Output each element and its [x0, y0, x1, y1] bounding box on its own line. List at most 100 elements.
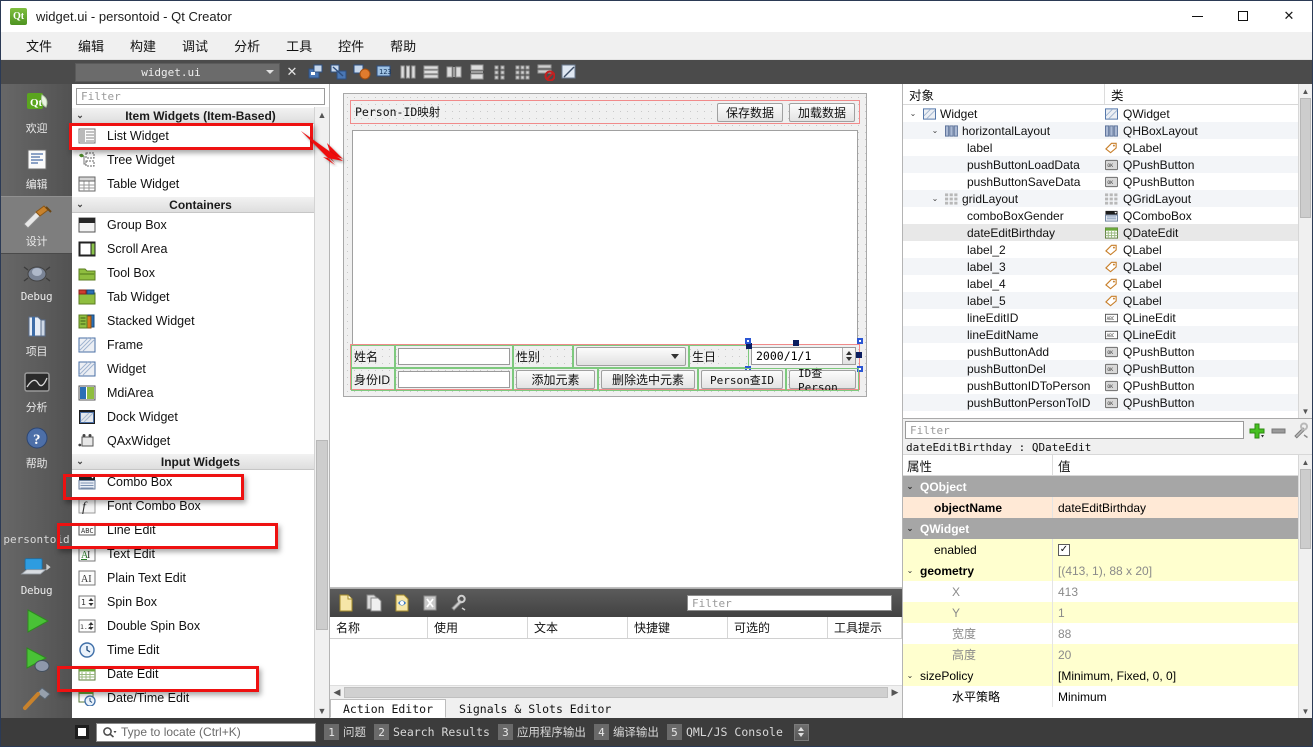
property-row[interactable]: 宽度 88 [903, 623, 1312, 644]
property-value-cell[interactable] [1053, 476, 1312, 497]
selection-handle[interactable] [745, 338, 751, 344]
date-spin-buttons[interactable] [842, 348, 855, 364]
kit-selector[interactable]: Debug [1, 548, 72, 601]
object-tree-row[interactable]: pushButtonLoadData OK QPushButton [903, 156, 1312, 173]
property-editor-rows[interactable]: ⌄ QObject objectName dateEditBirthday ⌄ QWidg… [903, 476, 1312, 718]
configure-wrench-icon[interactable] [448, 593, 468, 613]
widget-box-scrollbar[interactable]: ▲ ▼ [314, 107, 329, 718]
object-tree-row[interactable]: label_3 QLabel [903, 258, 1312, 275]
minimize-icon[interactable] [1174, 1, 1220, 31]
mode-help[interactable]: ? 帮助 [1, 419, 72, 475]
menu-tools[interactable]: 工具 [273, 32, 325, 59]
property-row[interactable]: 高度 20 [903, 644, 1312, 665]
object-tree-row[interactable]: label_5 QLabel [903, 292, 1312, 309]
menu-analyze[interactable]: 分析 [221, 32, 273, 59]
edit-tab-order-icon[interactable]: 123 [375, 62, 395, 82]
action-editor-list[interactable] [330, 639, 902, 685]
widget-item-font-combo-box[interactable]: f Font Combo Box [72, 494, 329, 518]
load-data-button[interactable]: 加载数据 [788, 102, 855, 122]
property-value-cell[interactable]: dateEditBirthday [1053, 497, 1312, 518]
widget-item-date-edit[interactable]: Date Edit [72, 662, 329, 686]
object-tree-row[interactable]: ⌄ Widget QWidget [903, 105, 1312, 122]
widget-item-list-widget[interactable]: List Widget [72, 124, 329, 148]
property-row[interactable]: enabled ✓ [903, 539, 1312, 560]
layout-splitter-vertical-icon[interactable] [467, 62, 487, 82]
plus-icon[interactable] [1247, 421, 1266, 440]
scroll-down-icon[interactable]: ▼ [1299, 704, 1312, 718]
layout-grid-icon[interactable] [513, 62, 533, 82]
locator-input[interactable]: Type to locate (Ctrl+K) [96, 722, 316, 742]
menu-file[interactable]: 文件 [13, 32, 65, 59]
delete-action-icon[interactable] [420, 593, 440, 613]
widget-item-combo-box[interactable]: Combo Box [72, 470, 329, 494]
output-pane-updown-button[interactable] [793, 723, 809, 741]
column-object[interactable]: 对象 [903, 84, 1105, 104]
property-row[interactable]: ⌄ QWidget [903, 518, 1312, 539]
menu-debug[interactable]: 调试 [169, 32, 221, 59]
pushButtonPersonToID[interactable]: Person查ID [701, 370, 783, 389]
chevron-down-icon[interactable]: ⌄ [903, 671, 917, 680]
object-tree-row[interactable]: label_2 QLabel [903, 241, 1312, 258]
column-property[interactable]: 属性 [903, 455, 1053, 475]
debug-run-button[interactable] [1, 640, 72, 679]
property-value-cell[interactable]: Minimum [1053, 686, 1312, 707]
column-tooltip[interactable]: 工具提示 [828, 617, 902, 638]
scroll-left-icon[interactable]: ◀ [330, 687, 344, 698]
object-tree-row[interactable]: ⌄ gridLayout QGridLayout [903, 190, 1312, 207]
property-row[interactable]: ⌄ sizePolicy [Minimum, Fixed, 0, 0] [903, 665, 1312, 686]
mode-analyze[interactable]: 分析 [1, 363, 72, 419]
widget-category-input-widgets[interactable]: ⌄ Input Widgets [72, 453, 329, 470]
widget-item-tool-box[interactable]: Tool Box [72, 261, 329, 285]
new-action-icon[interactable] [336, 593, 356, 613]
object-tree-row[interactable]: lineEditID ABC QLineEdit [903, 309, 1312, 326]
output-toggle-icon[interactable] [75, 725, 89, 739]
property-value-cell[interactable]: ✓ [1053, 539, 1312, 560]
property-value-cell[interactable]: 1 [1053, 602, 1312, 623]
widget-item-qaxwidget[interactable]: QAxWidget [72, 429, 329, 453]
property-value-cell[interactable] [1053, 518, 1312, 539]
menu-help[interactable]: 帮助 [377, 32, 429, 59]
widget-item-group-box[interactable]: Group Box [72, 213, 329, 237]
property-row[interactable]: 水平策略 Minimum [903, 686, 1312, 707]
build-button[interactable] [1, 679, 72, 718]
form-design-canvas[interactable]: Person-ID映射 保存数据 加载数据 姓名 性别 生日 2000/1/1 … [330, 84, 902, 588]
chevron-down-icon[interactable]: ⌄ [903, 482, 917, 491]
property-row[interactable]: objectName dateEditBirthday [903, 497, 1312, 518]
property-filter-input[interactable]: Filter [905, 421, 1244, 439]
menu-widgets[interactable]: 控件 [325, 32, 377, 59]
widget-item-mdiarea[interactable]: MdiArea [72, 381, 329, 405]
chevron-down-icon[interactable]: ⌄ [903, 566, 917, 575]
save-data-button[interactable]: 保存数据 [716, 102, 783, 122]
property-value-cell[interactable]: 20 [1053, 644, 1312, 665]
object-tree-row[interactable]: comboBoxGender QComboBox [903, 207, 1312, 224]
chevron-down-icon[interactable]: ⌄ [929, 194, 941, 203]
edit-signals-slots-icon[interactable] [329, 62, 349, 82]
pushButtonAdd[interactable]: 添加元素 [516, 370, 595, 389]
object-tree-row[interactable]: pushButtonDel OK QPushButton [903, 360, 1312, 377]
object-tree-row[interactable]: pushButtonIDToPerson OK QPushButton [903, 377, 1312, 394]
widget-item-time-edit[interactable]: Time Edit [72, 638, 329, 662]
property-value-cell[interactable]: 88 [1053, 623, 1312, 644]
object-tree-row[interactable]: dateEditBirthday QDateEdit [903, 224, 1312, 241]
run-button[interactable] [1, 601, 72, 640]
object-tree-row[interactable]: pushButtonAdd OK QPushButton [903, 343, 1312, 360]
object-tree-row[interactable]: label QLabel [903, 139, 1312, 156]
edit-action-icon[interactable] [392, 593, 412, 613]
property-checkbox[interactable]: ✓ [1058, 543, 1070, 556]
output-pane-application-output[interactable]: 3 应用程序输出 [497, 724, 586, 740]
property-row[interactable]: ⌄ geometry [(413, 1), 88 x 20] [903, 560, 1312, 581]
widget-item-scroll-area[interactable]: Scroll Area [72, 237, 329, 261]
output-pane-qml-js-console[interactable]: 5 QML/JS Console [666, 724, 783, 740]
output-pane-issues[interactable]: 1 问题 [324, 724, 366, 740]
selection-handle[interactable] [793, 340, 799, 346]
widget-box-list[interactable]: ⌄ Item Widgets (Item-Based) List Widget … [72, 107, 329, 718]
mode-projects[interactable]: 项目 [1, 307, 72, 363]
scroll-down-icon[interactable]: ▼ [315, 703, 329, 718]
comboBoxGender-select[interactable] [576, 347, 686, 366]
menu-edit[interactable]: 编辑 [65, 32, 117, 59]
object-tree-row[interactable]: pushButtonSaveData OK QPushButton [903, 173, 1312, 190]
horizontal-layout-region[interactable]: Person-ID映射 保存数据 加载数据 [350, 100, 860, 124]
output-pane-compile-output[interactable]: 4 编译输出 [593, 724, 659, 740]
widget-item-line-edit[interactable]: ABC Line Edit [72, 518, 329, 542]
selection-handle[interactable] [856, 352, 862, 358]
